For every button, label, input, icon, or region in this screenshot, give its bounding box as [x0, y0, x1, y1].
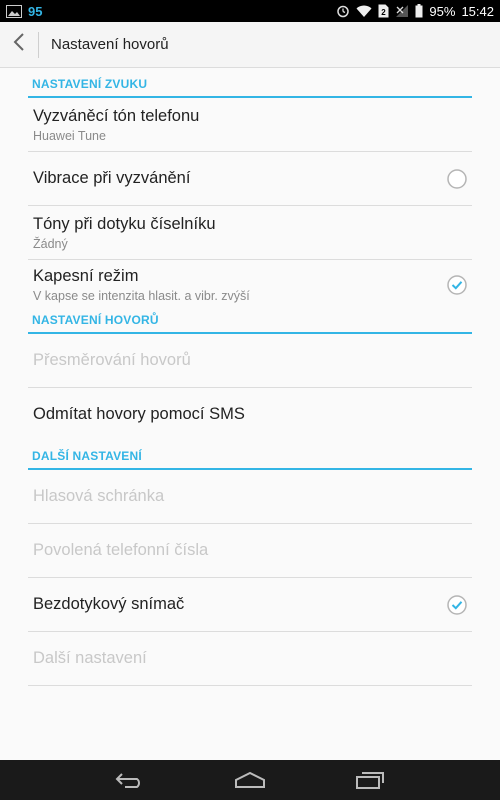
pref-title: Vyzváněcí tón telefonu [33, 106, 200, 125]
pref-vibrate[interactable]: Vibrace při vyzvánění [28, 152, 472, 206]
pref-proximity[interactable]: Bezdotykový snímač [28, 578, 472, 632]
section-header-other: DALŠÍ NASTAVENÍ [28, 440, 472, 470]
pref-dialpad-tones[interactable]: Tóny při dotyku číselníku Žádný [28, 206, 472, 260]
battery-percent: 95% [429, 3, 456, 19]
nav-back-button[interactable] [100, 760, 160, 800]
pref-call-forwarding[interactable]: Přesměrování hovorů [28, 334, 472, 388]
pref-ringtone[interactable]: Vyzváněcí tón telefonu Huawei Tune [28, 98, 472, 152]
pref-summary: V kapse se intenzita hlasit. a vibr. zvý… [33, 289, 250, 303]
pref-title: Přesměrování hovorů [33, 351, 191, 369]
pref-voicemail[interactable]: Hlasová schránka [28, 470, 472, 524]
section-header-sound: NASTAVENÍ ZVUKU [28, 68, 472, 98]
pref-more-text: Další nastavení [33, 649, 147, 668]
pref-title: Kapesní režim [33, 267, 139, 285]
status-bar-left: 95 [6, 4, 42, 19]
image-icon [6, 4, 22, 18]
pref-reject-text: Odmítat hovory pomocí SMS [33, 405, 245, 424]
checked-circle-icon [447, 275, 467, 295]
back-button[interactable] [0, 22, 38, 68]
nav-recents-button[interactable] [340, 760, 400, 800]
pref-proximity-text: Bezdotykový snímač [33, 595, 184, 614]
pref-title: Hlasová schránka [33, 487, 165, 505]
checked-circle-icon [447, 594, 467, 615]
back-chevron-icon [13, 33, 25, 56]
unchecked-circle-icon [447, 168, 467, 189]
pref-title: Další nastavení [33, 649, 147, 667]
pref-title: Bezdotykový snímač [33, 595, 185, 613]
pref-more-settings[interactable]: Další nastavení [28, 632, 472, 686]
pref-voicemail-text: Hlasová schránka [33, 487, 164, 506]
pref-title: Povolená telefonní čísla [33, 541, 209, 559]
sim-icon: 2 [378, 4, 389, 18]
vibrate-checkbox[interactable] [446, 168, 468, 190]
status-bar: 95 2 95% 15:42 [0, 0, 500, 22]
back-icon [115, 773, 140, 788]
svg-text:2: 2 [382, 8, 387, 17]
status-bar-right: 2 95% 15:42 [336, 4, 494, 19]
settings-list: NASTAVENÍ ZVUKU Vyzváněcí tón telefonu H… [0, 68, 500, 686]
pref-summary: Žádný [33, 236, 68, 251]
proximity-checkbox[interactable] [446, 594, 468, 616]
pref-pocket-text: Kapesní režim V kapse se intenzita hlasi… [33, 267, 250, 303]
pref-dialpad-text: Tóny při dotyku číselníku Žádný [33, 215, 216, 251]
pref-fdn[interactable]: Povolená telefonní čísla [28, 524, 472, 578]
battery-icon [415, 4, 423, 18]
alarm-icon [336, 4, 350, 18]
pref-title: Tóny při dotyku číselníku [33, 214, 216, 233]
navigation-bar [0, 760, 500, 800]
pref-vibrate-text: Vibrace při vyzvánění [33, 169, 190, 188]
signal-off-icon [395, 4, 409, 18]
pref-summary: Huawei Tune [33, 128, 106, 143]
pref-title: Vibrace při vyzvánění [33, 169, 191, 187]
recents-icon [356, 772, 384, 789]
action-bar-divider [38, 31, 39, 58]
page-title: Nastavení hovorů [51, 36, 169, 53]
section-header-calls: NASTAVENÍ HOVORŮ [28, 310, 472, 334]
pref-ringtone-text: Vyzváněcí tón telefonu Huawei Tune [33, 107, 199, 143]
pref-fdn-text: Povolená telefonní čísla [33, 541, 208, 560]
pref-pocket-mode[interactable]: Kapesní režim V kapse se intenzita hlasi… [28, 260, 472, 310]
pref-title: Odmítat hovory pomocí SMS [33, 404, 245, 423]
clock: 15:42 [461, 3, 494, 19]
wifi-icon [356, 5, 372, 18]
pref-reject-sms[interactable]: Odmítat hovory pomocí SMS [28, 388, 472, 440]
action-bar: Nastavení hovorů [0, 22, 500, 68]
pocket-mode-checkbox[interactable] [446, 274, 468, 296]
nav-home-button[interactable] [220, 760, 280, 800]
pref-forwarding-text: Přesměrování hovorů [33, 351, 191, 370]
notification-count: 95 [28, 3, 43, 19]
home-icon [235, 771, 265, 788]
